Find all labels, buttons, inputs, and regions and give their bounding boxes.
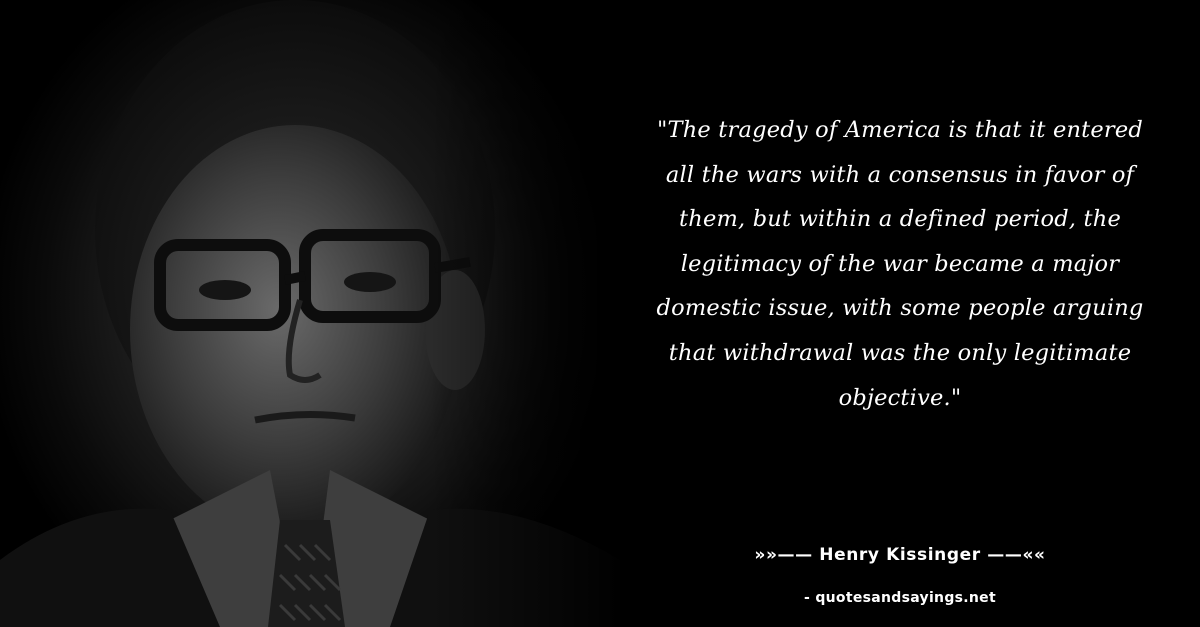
quote-line: that withdrawal was the only legitimate — [668, 339, 1132, 366]
portrait-photo — [0, 0, 630, 627]
photo-fade-overlay — [430, 0, 630, 627]
quote-text: "The tragedy of America is that it enter… — [620, 108, 1180, 420]
quote-card: "The tragedy of America is that it enter… — [0, 0, 1200, 627]
quote-line: legitimacy of the war became a major — [680, 250, 1120, 277]
quote-line: them, but within a defined period, the — [679, 206, 1121, 233]
quote-line: domestic issue, with some people arguing — [656, 295, 1144, 322]
quote-line: "The tragedy of America is that it enter… — [656, 117, 1144, 143]
quote-line: objective." — [838, 384, 962, 411]
quote-line: all the wars with a consensus in favor o… — [665, 161, 1135, 188]
source-site: - quotesandsayings.net — [804, 590, 996, 606]
quote-author: »»—— Henry Kissinger ——«« — [754, 545, 1046, 565]
